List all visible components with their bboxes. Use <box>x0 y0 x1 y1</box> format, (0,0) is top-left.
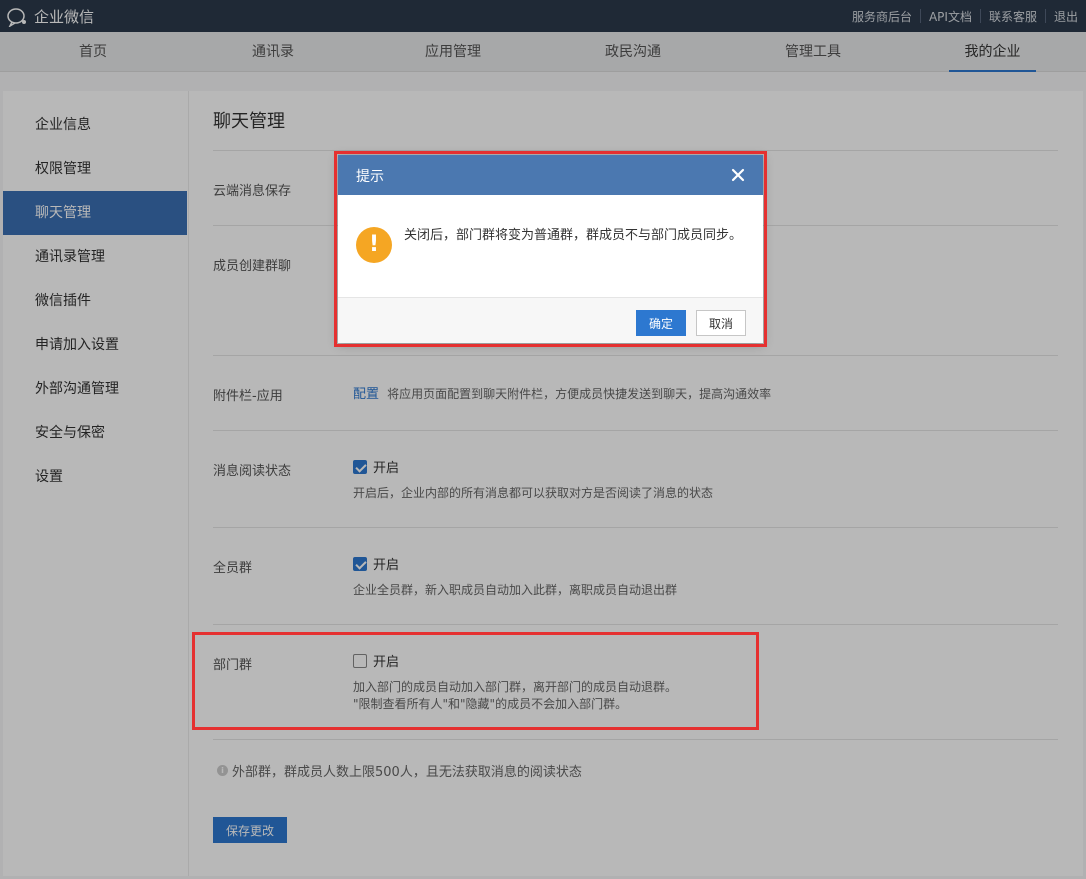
modal-overlay[interactable] <box>0 0 1086 879</box>
highlight-box-dept-group <box>192 632 759 730</box>
highlight-box-dialog <box>334 151 767 347</box>
